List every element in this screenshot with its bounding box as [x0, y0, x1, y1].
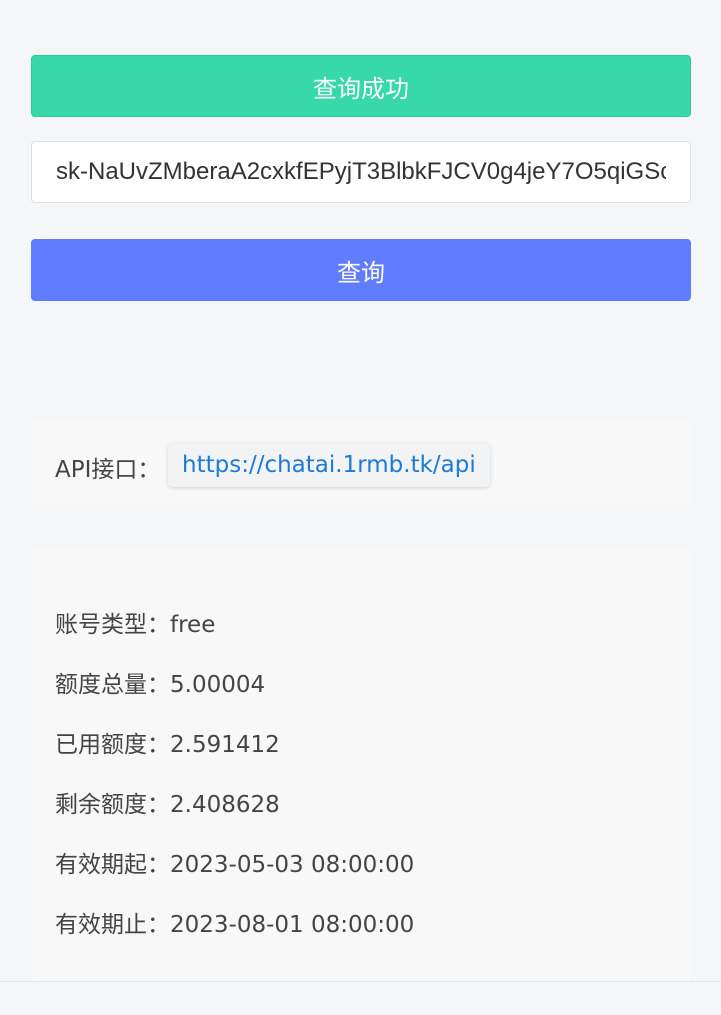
api-url-link[interactable]: https://chatai.1rmb.tk/api — [168, 443, 490, 487]
account-info-panel: 账号类型：free 额度总量：5.00004 已用额度：2.591412 剩余额… — [31, 548, 691, 981]
query-success-button[interactable]: 查询成功 — [31, 55, 691, 117]
query-button[interactable]: 查询 — [31, 239, 691, 301]
total-quota-row: 额度总量：5.00004 — [55, 672, 266, 698]
api-panel: API接口： https://chatai.1rmb.tk/api — [31, 420, 691, 504]
remaining-quota-row: 剩余额度：2.408628 — [55, 792, 280, 818]
footer-divider — [0, 981, 721, 982]
api-label: API接口： — [55, 457, 161, 483]
account-type-row: 账号类型：free — [55, 612, 216, 638]
valid-from-row: 有效期起：2023-05-03 08:00:00 — [55, 852, 415, 878]
used-quota-row: 已用额度：2.591412 — [55, 732, 280, 758]
valid-until-row: 有效期止：2023-08-01 08:00:00 — [55, 912, 415, 938]
api-key-input[interactable] — [31, 141, 691, 203]
